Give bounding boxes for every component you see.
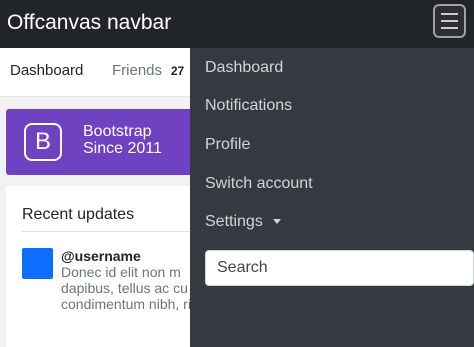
friends-count-badge: 27 <box>167 62 188 80</box>
caret-down-icon <box>273 219 282 225</box>
bootstrap-logo: B <box>24 123 62 161</box>
navbar-brand[interactable]: Offcanvas navbar <box>7 10 171 36</box>
offcanvas-item-settings[interactable]: Settings <box>205 213 282 231</box>
hamburger-menu-icon <box>441 27 458 29</box>
recent-updates-title: Recent updates <box>22 206 135 223</box>
hamburger-menu-icon <box>441 13 458 15</box>
search-input[interactable] <box>206 251 473 285</box>
offcanvas-menu: Dashboard Notifications Profile Switch a… <box>190 48 474 347</box>
app-root: Offcanvas navbar Dashboard Friends 27 B … <box>0 0 474 347</box>
navbar-toggle-button[interactable] <box>433 4 466 38</box>
offcanvas-item-switch-account[interactable]: Switch account <box>205 175 313 193</box>
subnav-dashboard-link[interactable]: Dashboard <box>10 62 83 79</box>
offcanvas-item-notifications[interactable]: Notifications <box>205 97 292 115</box>
settings-label: Settings <box>205 213 263 230</box>
top-navbar: Offcanvas navbar <box>0 0 474 48</box>
offcanvas-item-dashboard[interactable]: Dashboard <box>205 59 283 77</box>
bootstrap-banner: B Bootstrap Since 2011 <box>6 109 206 175</box>
search-box <box>205 250 474 286</box>
bootstrap-logo-letter: B <box>34 128 51 155</box>
subnav-friends-link[interactable]: Friends <box>112 62 162 79</box>
offcanvas-item-profile[interactable]: Profile <box>205 136 250 154</box>
avatar <box>22 248 53 279</box>
card-divider <box>22 231 206 232</box>
banner-subtitle: Since 2011 <box>83 140 162 157</box>
hamburger-menu-icon <box>441 20 458 22</box>
banner-title: Bootstrap <box>83 123 152 140</box>
